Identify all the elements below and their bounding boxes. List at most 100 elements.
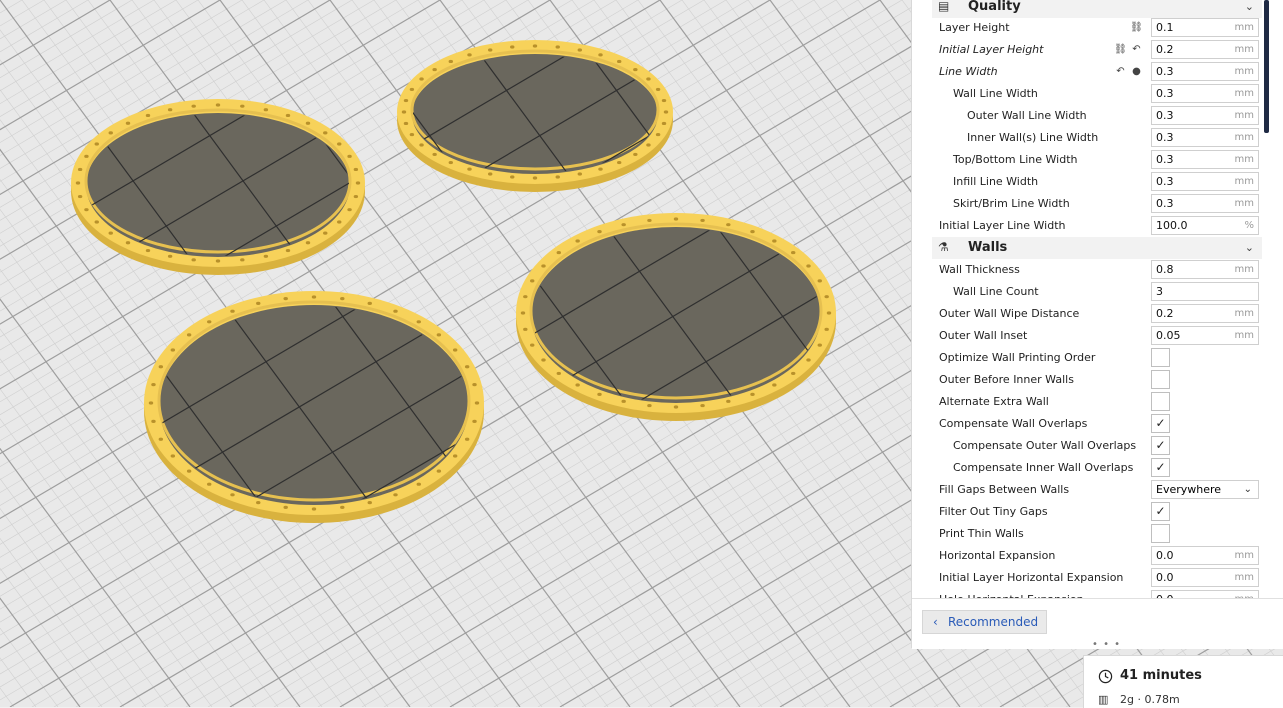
setting-checkbox[interactable]: [1151, 524, 1170, 543]
settings-list[interactable]: ▤ Quality ⌄ Layer Height 0.1 mm ⛓ Initial Layer…: [912, 0, 1268, 598]
setting-value-input[interactable]: 0.2 mm: [1151, 40, 1259, 59]
setting-label: Hole Horizontal Expansion: [939, 589, 1084, 598]
category-walls[interactable]: ⚗ Walls ⌄: [932, 237, 1262, 259]
recommended-label: Recommended: [948, 615, 1039, 629]
setting-row: Initial Layer Line Width 100.0%: [912, 215, 1268, 237]
panel-footer: ‹ Recommended • • •: [912, 598, 1283, 650]
setting-unit: mm: [1234, 44, 1254, 55]
setting-row: Wall Line Width 0.3 mm: [912, 83, 1268, 105]
chevron-down-icon: ⌄: [1244, 0, 1254, 13]
chevron-down-icon: ⌄: [1244, 241, 1254, 254]
setting-row: Alternate Extra Wall: [912, 391, 1268, 413]
setting-value-input[interactable]: 0.1 mm: [1151, 18, 1259, 37]
setting-checkbox[interactable]: ✓: [1151, 414, 1170, 433]
setting-checkbox[interactable]: ✓: [1151, 458, 1170, 477]
setting-label: Outer Before Inner Walls: [939, 373, 1074, 386]
setting-value-input[interactable]: 0.8 mm: [1151, 260, 1259, 279]
setting-row: Outer Wall Wipe Distance 0.2 mm: [912, 303, 1268, 325]
setting-label: Inner Wall(s) Line Width: [967, 131, 1099, 144]
setting-value-input[interactable]: 0.3 mm: [1151, 84, 1259, 103]
setting-label: Compensate Inner Wall Overlaps: [953, 461, 1134, 474]
quality-icon: ▤: [938, 0, 950, 13]
setting-value-input[interactable]: 0.3 mm: [1151, 106, 1259, 125]
setting-label: Compensate Outer Wall Overlaps: [953, 439, 1137, 452]
setting-value: 0.3: [1156, 109, 1174, 122]
setting-value: 0.0: [1156, 549, 1174, 562]
setting-value-input[interactable]: 0.2 mm: [1151, 304, 1259, 323]
setting-row: Compensate Wall Overlaps ✓: [912, 413, 1268, 435]
setting-label: Alternate Extra Wall: [939, 395, 1049, 408]
setting-value: 0.2: [1156, 307, 1174, 320]
settings-scrollbar[interactable]: [1264, 0, 1269, 133]
setting-row: Filter Out Tiny Gaps ✓: [912, 501, 1268, 523]
setting-label: Outer Wall Inset: [939, 329, 1028, 342]
setting-unit: mm: [1234, 132, 1254, 143]
setting-value-input[interactable]: 0.3 mm: [1151, 62, 1259, 81]
setting-label: Initial Layer Height: [939, 43, 1044, 56]
setting-value: 0.3: [1156, 197, 1174, 210]
setting-row: Outer Before Inner Walls: [912, 369, 1268, 391]
setting-unit: mm: [1234, 550, 1254, 561]
setting-row: Wall Thickness 0.8 mm: [912, 259, 1268, 281]
setting-unit: mm: [1234, 154, 1254, 165]
drag-handle[interactable]: • • •: [1092, 639, 1121, 650]
setting-checkbox[interactable]: [1151, 392, 1170, 411]
info-icon[interactable]: ●: [1130, 65, 1143, 78]
recommended-button[interactable]: ‹ Recommended: [922, 610, 1047, 634]
setting-value: 100.0: [1156, 219, 1188, 232]
setting-label: Outer Wall Line Width: [967, 109, 1087, 122]
setting-unit: mm: [1234, 198, 1254, 209]
setting-unit: mm: [1234, 66, 1254, 77]
setting-value: 0.05: [1156, 329, 1181, 342]
chevron-down-icon: ⌄: [1243, 484, 1252, 495]
setting-value: 0.3: [1156, 65, 1174, 78]
print-estimate-panel[interactable]: 41 minutes ▥ 2g · 0.78m: [1083, 655, 1283, 708]
setting-value-input[interactable]: 0.0mm: [1151, 568, 1259, 587]
clock-icon: [1098, 669, 1113, 684]
material-usage: 2g · 0.78m: [1120, 693, 1180, 706]
setting-row: Line Width 0.3 mm ↶ ●: [912, 61, 1268, 83]
setting-row: Optimize Wall Printing Order: [912, 347, 1268, 369]
setting-label: Initial Layer Horizontal Expansion: [939, 571, 1124, 584]
setting-label: Compensate Wall Overlaps: [939, 417, 1088, 430]
dropdown-value: Everywhere: [1156, 483, 1222, 496]
setting-value-input[interactable]: 0.3 mm: [1151, 128, 1259, 147]
setting-dropdown[interactable]: Everywhere ⌄: [1151, 480, 1259, 499]
setting-label: Filter Out Tiny Gaps: [939, 505, 1048, 518]
setting-value-input[interactable]: 0.0 mm: [1151, 546, 1259, 565]
setting-value: 0.8: [1156, 263, 1174, 276]
setting-value-input[interactable]: 0.3 mm: [1151, 194, 1259, 213]
link-icon[interactable]: ⛓: [1114, 43, 1127, 56]
setting-row: Wall Line Count 3: [912, 281, 1268, 303]
link-icon[interactable]: ⛓: [1130, 21, 1143, 34]
setting-label: Skirt/Brim Line Width: [953, 197, 1070, 210]
setting-row: Top/Bottom Line Width 0.3 mm: [912, 149, 1268, 171]
setting-unit: mm: [1234, 176, 1254, 187]
setting-label: Horizontal Expansion: [939, 549, 1056, 562]
setting-row: Infill Line Width 0.3 mm: [912, 171, 1268, 193]
setting-label: Infill Line Width: [953, 175, 1039, 188]
setting-checkbox[interactable]: [1151, 370, 1170, 389]
reset-icon[interactable]: ↶: [1130, 43, 1143, 56]
setting-value-input[interactable]: 0.0mm: [1151, 590, 1259, 598]
setting-value-input[interactable]: 100.0%: [1151, 216, 1259, 235]
category-quality[interactable]: ▤ Quality ⌄: [932, 0, 1262, 18]
setting-unit: mm: [1234, 308, 1254, 319]
setting-unit: mm: [1234, 22, 1254, 33]
setting-unit: mm: [1234, 88, 1254, 99]
setting-value-input[interactable]: 3: [1151, 282, 1259, 301]
checkmark-icon: ✓: [1155, 416, 1166, 430]
setting-row: Inner Wall(s) Line Width 0.3 mm: [912, 127, 1268, 149]
setting-value-input[interactable]: 0.3 mm: [1151, 150, 1259, 169]
setting-checkbox[interactable]: [1151, 348, 1170, 367]
category-label: Quality: [968, 0, 1021, 14]
reset-icon[interactable]: ↶: [1114, 65, 1127, 78]
setting-checkbox[interactable]: ✓: [1151, 436, 1170, 455]
setting-value: 0.2: [1156, 43, 1174, 56]
setting-label: Wall Line Width: [953, 87, 1038, 100]
setting-value-input[interactable]: 0.05 mm: [1151, 326, 1259, 345]
setting-value-input[interactable]: 0.3 mm: [1151, 172, 1259, 191]
setting-row: Compensate Outer Wall Overlaps ✓: [912, 435, 1268, 457]
setting-value: 3: [1156, 285, 1163, 298]
setting-checkbox[interactable]: ✓: [1151, 502, 1170, 521]
